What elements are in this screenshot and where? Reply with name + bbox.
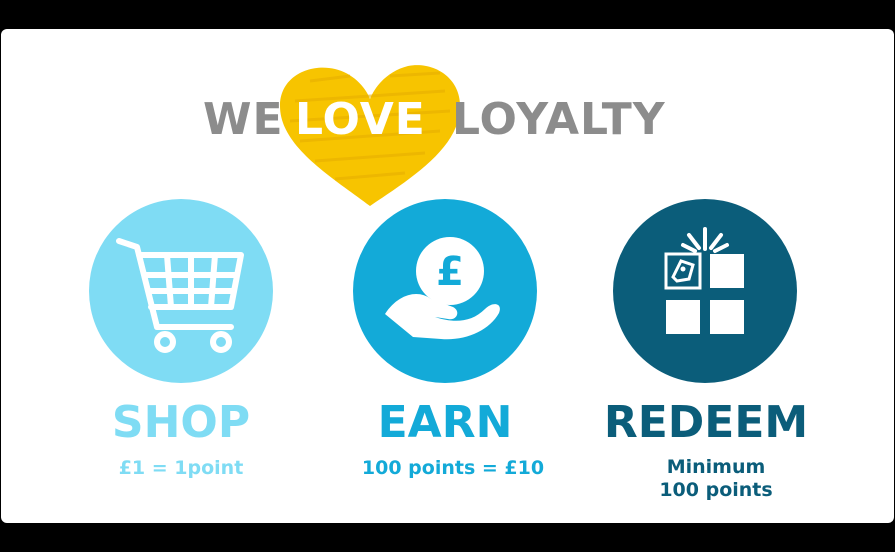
hand-coin-pound-icon: £ bbox=[385, 237, 500, 340]
shop-label: SHOP bbox=[111, 397, 251, 448]
redeem-label: REDEEM bbox=[603, 397, 809, 448]
title-word-we: WE bbox=[203, 94, 284, 145]
gift-box-icon bbox=[664, 227, 744, 334]
page-title: WE LOVE LOYALTY bbox=[0, 85, 893, 155]
redeem-circle bbox=[613, 199, 797, 383]
earn-circle: £ bbox=[353, 199, 537, 383]
shopping-cart-icon bbox=[116, 238, 244, 353]
redeem-caption-line2: 100 points bbox=[659, 479, 773, 501]
earn-caption: 100 points = £10 bbox=[361, 457, 545, 479]
earn-label: EARN bbox=[377, 397, 513, 448]
shop-circle bbox=[89, 199, 273, 383]
shop-caption: £1 = 1point bbox=[118, 457, 244, 479]
redeem-caption: Minimum 100 points bbox=[586, 456, 846, 502]
title-word-loyalty: LOYALTY bbox=[452, 94, 666, 145]
title-word-love: LOVE bbox=[295, 94, 426, 145]
svg-text:£: £ bbox=[436, 249, 464, 295]
redeem-caption-line1: Minimum bbox=[666, 456, 766, 478]
